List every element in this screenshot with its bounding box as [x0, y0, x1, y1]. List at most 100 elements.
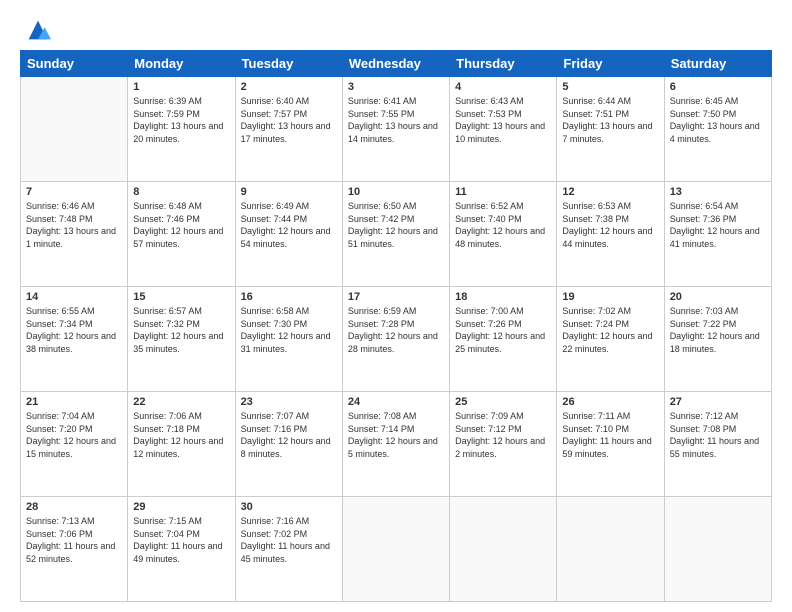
day-number: 20 [670, 291, 766, 303]
calendar-cell: 17 Sunrise: 6:59 AM Sunset: 7:28 PM Dayli… [342, 287, 449, 392]
day-number: 21 [26, 396, 122, 408]
week-row-0: 1 Sunrise: 6:39 AM Sunset: 7:59 PM Daylig… [21, 77, 772, 182]
calendar-cell: 1 Sunrise: 6:39 AM Sunset: 7:59 PM Daylig… [128, 77, 235, 182]
week-row-4: 28Sunrise: 7:13 AM Sunset: 7:06 PM Dayli… [21, 497, 772, 602]
day-number: 1 [133, 81, 229, 93]
day-info: Sunrise: 7:07 AM Sunset: 7:16 PM Dayligh… [241, 410, 337, 460]
calendar-cell: 11 Sunrise: 6:52 AM Sunset: 7:40 PM Dayli… [450, 182, 557, 287]
calendar-cell: 18 Sunrise: 7:00 AM Sunset: 7:26 PM Dayli… [450, 287, 557, 392]
calendar-cell: 20 Sunrise: 7:03 AM Sunset: 7:22 PM Dayli… [664, 287, 771, 392]
day-number: 12 [562, 186, 658, 198]
week-row-2: 14Sunrise: 6:55 AM Sunset: 7:34 PM Dayli… [21, 287, 772, 392]
calendar-cell: 3 Sunrise: 6:41 AM Sunset: 7:55 PM Daylig… [342, 77, 449, 182]
calendar-cell: 9Sunrise: 6:49 AM Sunset: 7:44 PM Daylig… [235, 182, 342, 287]
calendar-cell: 14Sunrise: 6:55 AM Sunset: 7:34 PM Dayli… [21, 287, 128, 392]
day-info: Sunrise: 6:49 AM Sunset: 7:44 PM Dayligh… [241, 200, 337, 250]
day-info: Sunrise: 7:08 AM Sunset: 7:14 PM Dayligh… [348, 410, 444, 460]
day-info: Sunrise: 7:11 AM Sunset: 7:10 PM Dayligh… [562, 410, 658, 460]
day-info: Sunrise: 7:12 AM Sunset: 7:08 PM Dayligh… [670, 410, 766, 460]
day-info: Sunrise: 6:58 AM Sunset: 7:30 PM Dayligh… [241, 305, 337, 355]
calendar: SundayMondayTuesdayWednesdayThursdayFrid… [20, 50, 772, 602]
day-number: 6 [670, 81, 766, 93]
logo-icon [24, 16, 52, 44]
day-info: Sunrise: 6:40 AM Sunset: 7:57 PM Dayligh… [241, 95, 337, 145]
calendar-cell: 16 Sunrise: 6:58 AM Sunset: 7:30 PM Dayli… [235, 287, 342, 392]
day-info: Sunrise: 6:57 AM Sunset: 7:32 PM Dayligh… [133, 305, 229, 355]
calendar-cell: 19 Sunrise: 7:02 AM Sunset: 7:24 PM Dayli… [557, 287, 664, 392]
day-info: Sunrise: 7:13 AM Sunset: 7:06 PM Dayligh… [26, 515, 122, 565]
header [20, 16, 772, 44]
day-number: 5 [562, 81, 658, 93]
week-row-3: 21 Sunrise: 7:04 AM Sunset: 7:20 PM Dayli… [21, 392, 772, 497]
day-number: 27 [670, 396, 766, 408]
day-number: 17 [348, 291, 444, 303]
calendar-cell: 4 Sunrise: 6:43 AM Sunset: 7:53 PM Daylig… [450, 77, 557, 182]
calendar-cell: 25 Sunrise: 7:09 AM Sunset: 7:12 PM Dayli… [450, 392, 557, 497]
calendar-cell [557, 497, 664, 602]
day-number: 18 [455, 291, 551, 303]
day-number: 10 [348, 186, 444, 198]
calendar-cell: 30 Sunrise: 7:16 AM Sunset: 7:02 PM Dayli… [235, 497, 342, 602]
day-info: Sunrise: 7:04 AM Sunset: 7:20 PM Dayligh… [26, 410, 122, 460]
calendar-cell: 21 Sunrise: 7:04 AM Sunset: 7:20 PM Dayli… [21, 392, 128, 497]
day-info: Sunrise: 6:46 AM Sunset: 7:48 PM Dayligh… [26, 200, 122, 250]
calendar-cell: 27 Sunrise: 7:12 AM Sunset: 7:08 PM Dayli… [664, 392, 771, 497]
day-number: 16 [241, 291, 337, 303]
day-info: Sunrise: 6:39 AM Sunset: 7:59 PM Dayligh… [133, 95, 229, 145]
day-number: 23 [241, 396, 337, 408]
weekday-header-row: SundayMondayTuesdayWednesdayThursdayFrid… [21, 51, 772, 77]
day-info: Sunrise: 7:03 AM Sunset: 7:22 PM Dayligh… [670, 305, 766, 355]
day-info: Sunrise: 6:59 AM Sunset: 7:28 PM Dayligh… [348, 305, 444, 355]
weekday-header-saturday: Saturday [664, 51, 771, 77]
calendar-cell: 6 Sunrise: 6:45 AM Sunset: 7:50 PM Daylig… [664, 77, 771, 182]
day-number: 30 [241, 501, 337, 513]
calendar-cell [450, 497, 557, 602]
calendar-cell: 15 Sunrise: 6:57 AM Sunset: 7:32 PM Dayli… [128, 287, 235, 392]
calendar-cell: 7Sunrise: 6:46 AM Sunset: 7:48 PM Daylig… [21, 182, 128, 287]
weekday-header-sunday: Sunday [21, 51, 128, 77]
calendar-cell [664, 497, 771, 602]
page: SundayMondayTuesdayWednesdayThursdayFrid… [0, 0, 792, 612]
day-number: 29 [133, 501, 229, 513]
calendar-cell: 29Sunrise: 7:15 AM Sunset: 7:04 PM Dayli… [128, 497, 235, 602]
day-info: Sunrise: 6:52 AM Sunset: 7:40 PM Dayligh… [455, 200, 551, 250]
weekday-header-thursday: Thursday [450, 51, 557, 77]
day-number: 4 [455, 81, 551, 93]
day-info: Sunrise: 6:41 AM Sunset: 7:55 PM Dayligh… [348, 95, 444, 145]
calendar-cell: 13Sunrise: 6:54 AM Sunset: 7:36 PM Dayli… [664, 182, 771, 287]
day-info: Sunrise: 6:53 AM Sunset: 7:38 PM Dayligh… [562, 200, 658, 250]
day-info: Sunrise: 7:09 AM Sunset: 7:12 PM Dayligh… [455, 410, 551, 460]
day-info: Sunrise: 7:06 AM Sunset: 7:18 PM Dayligh… [133, 410, 229, 460]
weekday-header-wednesday: Wednesday [342, 51, 449, 77]
weekday-header-friday: Friday [557, 51, 664, 77]
day-number: 25 [455, 396, 551, 408]
logo [20, 16, 52, 44]
calendar-cell: 2 Sunrise: 6:40 AM Sunset: 7:57 PM Daylig… [235, 77, 342, 182]
day-info: Sunrise: 6:43 AM Sunset: 7:53 PM Dayligh… [455, 95, 551, 145]
day-info: Sunrise: 6:54 AM Sunset: 7:36 PM Dayligh… [670, 200, 766, 250]
day-number: 14 [26, 291, 122, 303]
day-info: Sunrise: 6:45 AM Sunset: 7:50 PM Dayligh… [670, 95, 766, 145]
day-info: Sunrise: 7:02 AM Sunset: 7:24 PM Dayligh… [562, 305, 658, 355]
weekday-header-tuesday: Tuesday [235, 51, 342, 77]
calendar-cell: 10 Sunrise: 6:50 AM Sunset: 7:42 PM Dayli… [342, 182, 449, 287]
weekday-header-monday: Monday [128, 51, 235, 77]
day-number: 19 [562, 291, 658, 303]
calendar-cell [342, 497, 449, 602]
day-number: 15 [133, 291, 229, 303]
week-row-1: 7Sunrise: 6:46 AM Sunset: 7:48 PM Daylig… [21, 182, 772, 287]
day-number: 11 [455, 186, 551, 198]
day-info: Sunrise: 7:00 AM Sunset: 7:26 PM Dayligh… [455, 305, 551, 355]
calendar-cell [21, 77, 128, 182]
day-number: 8 [133, 186, 229, 198]
calendar-cell: 23 Sunrise: 7:07 AM Sunset: 7:16 PM Dayli… [235, 392, 342, 497]
day-number: 3 [348, 81, 444, 93]
day-info: Sunrise: 7:16 AM Sunset: 7:02 PM Dayligh… [241, 515, 337, 565]
day-number: 26 [562, 396, 658, 408]
day-number: 24 [348, 396, 444, 408]
calendar-cell: 26 Sunrise: 7:11 AM Sunset: 7:10 PM Dayli… [557, 392, 664, 497]
day-info: Sunrise: 6:50 AM Sunset: 7:42 PM Dayligh… [348, 200, 444, 250]
calendar-cell: 12 Sunrise: 6:53 AM Sunset: 7:38 PM Dayli… [557, 182, 664, 287]
day-number: 2 [241, 81, 337, 93]
calendar-cell: 22Sunrise: 7:06 AM Sunset: 7:18 PM Dayli… [128, 392, 235, 497]
